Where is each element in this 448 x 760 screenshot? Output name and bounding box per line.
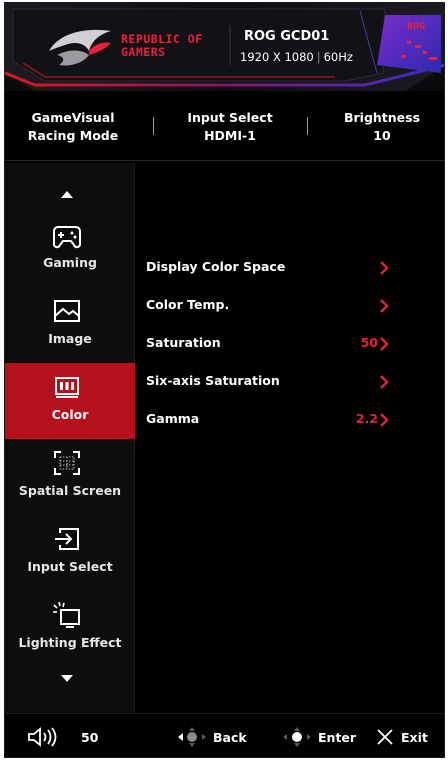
status-input: Input Select HDMI-1 xyxy=(175,109,285,145)
menu-row-label: Gamma xyxy=(146,411,200,426)
nav-joystick-left-icon xyxy=(178,727,206,747)
refresh-rate: 60Hz xyxy=(323,50,353,64)
input-select-icon xyxy=(55,528,79,550)
resolution-value: 1920 X 1080 xyxy=(240,50,314,64)
speaker-icon xyxy=(28,727,57,747)
brand-wordmark: REPUBLIC OF GAMERS xyxy=(121,33,203,59)
color-settings-list: Display Color Space Color Temp. Saturati… xyxy=(136,163,444,713)
status-brightness: Brightness 10 xyxy=(337,109,427,145)
triangle-up-icon[interactable] xyxy=(61,191,73,198)
volume-control[interactable]: 50 xyxy=(27,726,98,748)
chevron-right-icon xyxy=(380,261,389,275)
status-gamevisual: GameVisual Racing Mode xyxy=(23,109,123,145)
volume-value: 50 xyxy=(81,729,99,745)
menu-row-saturation[interactable]: Saturation 50 xyxy=(136,325,444,363)
osd-menu: REPUBLIC OF GAMERS ROG GCD01 1920 X 1080… xyxy=(4,2,445,758)
exit-label: Exit xyxy=(401,729,428,745)
back-label: Back xyxy=(213,729,247,745)
menu-row-label: Display Color Space xyxy=(146,259,286,274)
menu-row-six-axis-saturation[interactable]: Six-axis Saturation xyxy=(136,363,444,401)
menu-row-display-color-space[interactable]: Display Color Space xyxy=(136,249,444,287)
enter-button[interactable]: Enter xyxy=(282,726,356,748)
menu-row-color-temp[interactable]: Color Temp. xyxy=(136,287,444,325)
footer-bar: 50 Back Enter Exit xyxy=(5,713,444,757)
menu-row-label: Six-axis Saturation xyxy=(146,373,280,388)
nav-joystick-center-icon xyxy=(283,727,311,747)
sidebar-item-color[interactable]: Color xyxy=(5,363,135,439)
sidebar-item-label: Color xyxy=(51,407,89,422)
sidebar-item-label: Lighting Effect xyxy=(18,635,122,650)
sidebar-item-spatial-screen[interactable]: Spatial Screen xyxy=(5,439,135,515)
exit-button[interactable]: Exit xyxy=(375,726,428,748)
status-brightness-value: 10 xyxy=(373,128,391,143)
badge-text: ROG xyxy=(407,21,425,32)
menu-row-label: Saturation xyxy=(146,335,221,350)
rog-corner-badge-icon: ROG xyxy=(377,15,441,73)
sidebar-item-label: Input Select xyxy=(27,559,113,574)
chevron-right-icon xyxy=(380,375,389,389)
sidebar-item-label: Spatial Screen xyxy=(18,483,122,498)
lighting-effect-icon xyxy=(53,601,80,628)
sidebar-item-lighting-effect[interactable]: Lighting Effect xyxy=(5,591,135,667)
menu-row-gamma[interactable]: Gamma 2.2 xyxy=(136,401,444,439)
spatial-screen-icon xyxy=(54,451,80,475)
close-icon xyxy=(377,729,393,745)
sidebar-item-label: Image xyxy=(48,331,92,346)
status-input-label: Input Select xyxy=(187,110,273,125)
header-banner: REPUBLIC OF GAMERS ROG GCD01 1920 X 1080… xyxy=(5,3,444,91)
status-gamevisual-value: Racing Mode xyxy=(27,128,119,143)
category-sidebar: Gaming Image Color Spatial Screen Input … xyxy=(5,163,135,713)
triangle-down-icon[interactable] xyxy=(61,675,73,682)
status-brightness-label: Brightness xyxy=(343,110,421,125)
enter-label: Enter xyxy=(318,729,357,745)
chevron-right-icon xyxy=(380,337,389,351)
rog-eye-logo-icon xyxy=(49,29,111,66)
menu-row-label: Color Temp. xyxy=(146,297,230,312)
menu-row-value: 2.2 xyxy=(355,411,378,426)
sidebar-item-input-select[interactable]: Input Select xyxy=(5,515,135,591)
gamepad-icon xyxy=(52,226,82,249)
chevron-right-icon xyxy=(380,299,389,313)
sidebar-item-image[interactable]: Image xyxy=(5,287,135,363)
sidebar-item-gaming[interactable]: Gaming xyxy=(5,211,135,287)
color-bars-icon xyxy=(55,377,79,398)
brand-line-2: GAMERS xyxy=(121,45,166,59)
resolution-readout: 1920 X 1080 | 60Hz xyxy=(240,50,353,64)
back-button[interactable]: Back xyxy=(177,726,247,748)
status-divider xyxy=(153,117,154,135)
status-input-value: HDMI-1 xyxy=(204,128,256,143)
status-divider xyxy=(307,117,308,135)
monitor-model: ROG GCD01 xyxy=(244,29,330,44)
status-gamevisual-label: GameVisual xyxy=(31,110,115,125)
image-icon xyxy=(54,300,80,322)
status-strip: GameVisual Racing Mode Input Select HDMI… xyxy=(5,95,444,161)
menu-row-value: 50 xyxy=(360,335,378,350)
chevron-right-icon xyxy=(380,413,389,427)
sidebar-item-label: Gaming xyxy=(43,255,97,270)
